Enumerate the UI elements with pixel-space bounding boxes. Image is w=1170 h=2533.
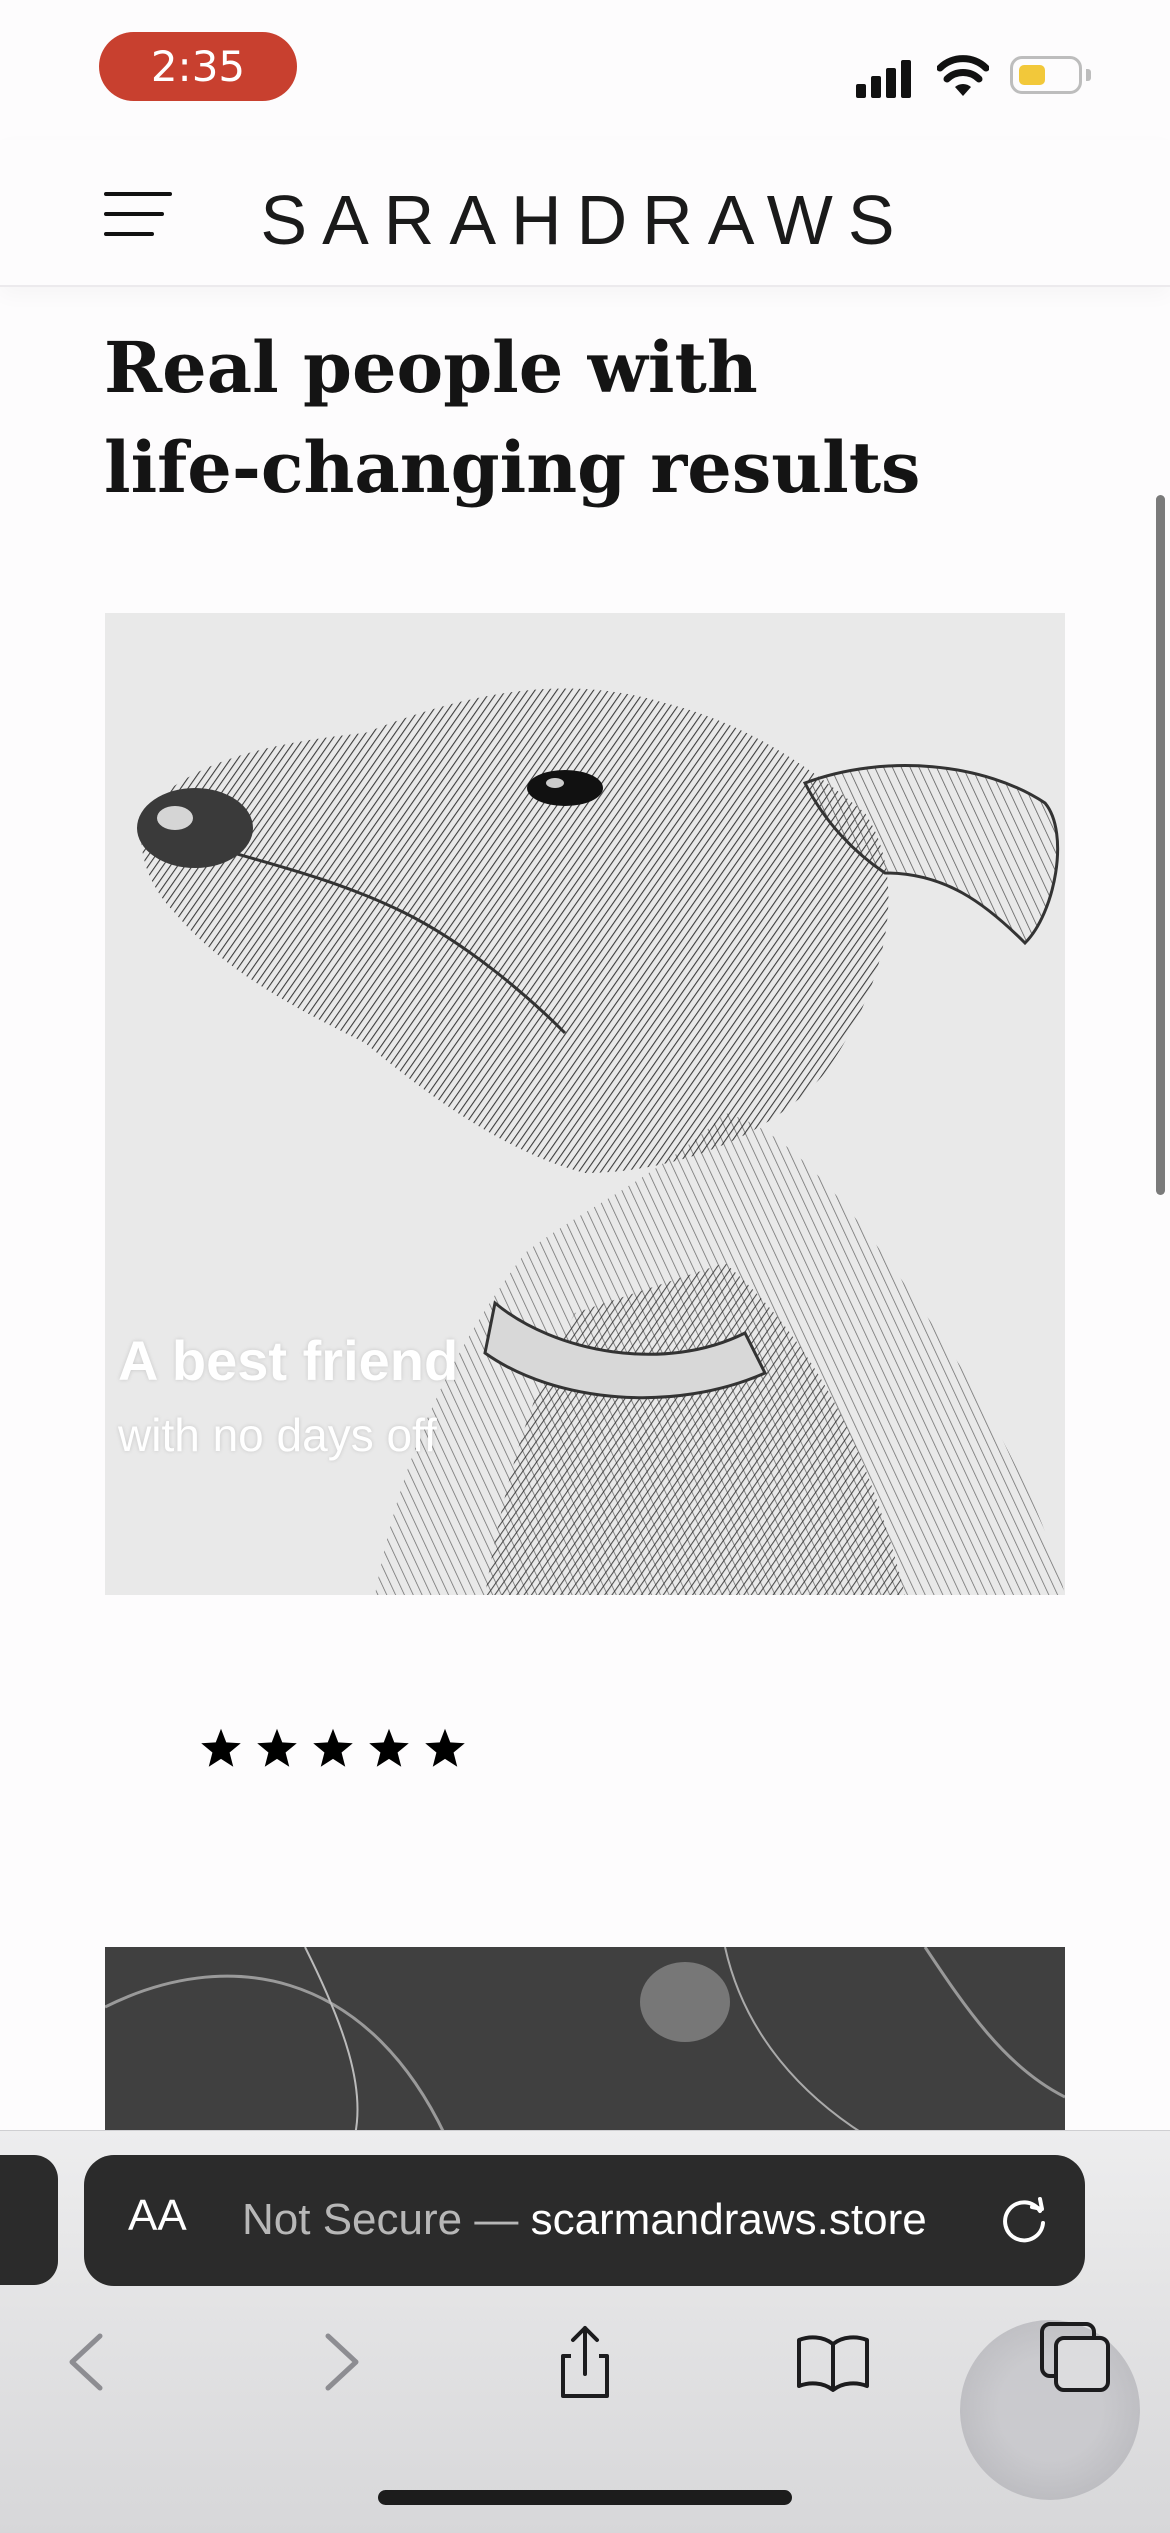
status-bar: 2:35 (0, 0, 1170, 140)
testimonial-image-card-2 (105, 1947, 1065, 2135)
cellular-signal-icon (856, 56, 914, 98)
tabs-icon[interactable] (1036, 2318, 1116, 2398)
star-icon (425, 1728, 465, 1767)
address-bar[interactable]: AA Not Secure — scarmandraws.store (84, 2155, 1085, 2286)
home-indicator[interactable] (378, 2490, 792, 2505)
previous-tab-preview[interactable] (0, 2155, 58, 2285)
status-time: 2:35 (99, 32, 297, 101)
star-icon (369, 1728, 409, 1767)
book-icon[interactable] (793, 2322, 873, 2402)
url-text[interactable]: Not Secure — scarmandraws.store (242, 2195, 927, 2245)
chevron-left-icon[interactable] (48, 2322, 128, 2402)
domain-label: scarmandraws.store (530, 2195, 927, 2244)
heading-line-2: life-changing results (104, 426, 921, 509)
heading-line-1: Real people with (104, 326, 758, 409)
star-icon (257, 1728, 297, 1767)
chevron-right-icon[interactable] (300, 2322, 380, 2402)
hamburger-menu-icon[interactable] (104, 192, 172, 238)
star-icon (313, 1728, 353, 1767)
reader-options-button[interactable]: AA (128, 2191, 187, 2241)
security-label: Not Secure — (242, 2195, 531, 2244)
star-rating (200, 1727, 466, 1783)
site-header: SARAHDRAWS (0, 140, 1170, 287)
reload-icon[interactable] (996, 2193, 1052, 2249)
page-scrollbar[interactable] (1156, 495, 1165, 1195)
section-heading: Real people with life-changing results (104, 318, 1004, 518)
star-icon (201, 1728, 241, 1767)
battery-icon (1010, 56, 1091, 94)
wifi-icon (937, 55, 989, 96)
hair-drawing-image (105, 1947, 1065, 2135)
site-logo[interactable]: SARAHDRAWS (180, 170, 990, 270)
card-subtitle: with no days off (118, 1409, 437, 1461)
card-title: A best friend (118, 1329, 459, 1392)
share-icon[interactable] (545, 2322, 625, 2402)
